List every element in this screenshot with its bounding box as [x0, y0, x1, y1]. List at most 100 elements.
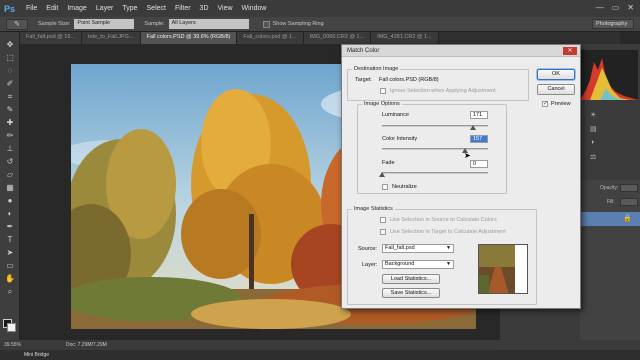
- layer-row-selected[interactable]: 🔒: [580, 212, 640, 226]
- sample-size-select[interactable]: Point Sample: [74, 19, 135, 29]
- use-selection-target-label: Use Selection in Target to Calculate Adj…: [390, 229, 506, 235]
- menu-view[interactable]: View: [218, 5, 233, 12]
- sample-select[interactable]: All Layers: [168, 19, 249, 29]
- opacity-label: Opacity:: [600, 185, 619, 191]
- source-thumbnail-image: [479, 245, 527, 293]
- document-tabs: Fall_falt.psd @ 16... tute_to_Fall.JPG..…: [20, 32, 620, 44]
- shape-tool-icon[interactable]: ▭: [4, 261, 16, 271]
- load-statistics-button[interactable]: Load Statistics...: [382, 274, 440, 284]
- pen-tool-icon[interactable]: ✒: [4, 222, 16, 232]
- levels-icon[interactable]: ▤: [590, 125, 598, 133]
- history-brush-icon[interactable]: ↺: [4, 157, 16, 167]
- layer-select-value: Background: [385, 261, 415, 267]
- dialog-title: Match Color: [342, 45, 580, 57]
- options-bar: ✎ Sample Size: Point Sample Sample: All …: [0, 17, 640, 32]
- tab-document[interactable]: IMG_0066.CR2 @ 1...: [303, 32, 372, 44]
- menu-bar: Ps File Edit Image Layer Type Select Fil…: [0, 0, 640, 17]
- luminance-slider-thumb[interactable]: [469, 125, 476, 130]
- eyedropper-tool-icon[interactable]: ✎: [6, 18, 28, 30]
- preview-label: Preview: [551, 101, 571, 107]
- menu-filter[interactable]: Filter: [175, 5, 191, 12]
- marquee-tool-icon[interactable]: ⬚: [4, 53, 16, 63]
- lasso-tool-icon[interactable]: ◌: [4, 66, 16, 76]
- fade-slider[interactable]: [382, 172, 488, 174]
- layer-label: Layer:: [362, 262, 378, 268]
- ok-button[interactable]: OK: [537, 69, 575, 80]
- quick-select-tool-icon[interactable]: ✐: [4, 79, 16, 89]
- use-selection-target-checkbox[interactable]: [380, 229, 386, 235]
- zoom-tool-icon[interactable]: ⌕: [4, 287, 16, 297]
- type-tool-icon[interactable]: T: [4, 235, 16, 245]
- target-label: Target:: [355, 77, 372, 83]
- neutralize-checkbox[interactable]: [382, 184, 388, 190]
- workspace-select[interactable]: Photography: [592, 19, 634, 29]
- crop-tool-icon[interactable]: ⌗: [4, 92, 16, 102]
- doc-size: Doc: 7.29M/7.29M: [65, 342, 107, 348]
- eraser-tool-icon[interactable]: ▱: [4, 170, 16, 180]
- cancel-button[interactable]: Cancel: [537, 84, 575, 95]
- sample-size-label: Sample Size:: [38, 21, 71, 27]
- opacity-field[interactable]: [620, 184, 638, 192]
- ignore-selection-checkbox[interactable]: [380, 88, 386, 94]
- eyedropper-icon[interactable]: ✎: [4, 105, 16, 115]
- destination-group: Destination Image: [347, 66, 529, 101]
- menu-select[interactable]: Select: [147, 5, 166, 12]
- menu-image[interactable]: Image: [67, 5, 86, 12]
- menu-type[interactable]: Type: [122, 5, 137, 12]
- luminance-input[interactable]: 171: [470, 111, 488, 119]
- path-select-icon[interactable]: ➤: [4, 248, 16, 258]
- healing-brush-icon[interactable]: ✚: [4, 118, 16, 128]
- move-tool-icon[interactable]: ✥: [4, 40, 16, 50]
- luminance-label: Luminance: [382, 112, 409, 118]
- target-value: Fall colors.PSD (RGB/8): [379, 77, 439, 83]
- dialog-close-icon[interactable]: ✕: [563, 47, 577, 55]
- photoshop-logo: Ps: [4, 3, 16, 14]
- color-intensity-slider[interactable]: [382, 148, 488, 150]
- menu-window[interactable]: Window: [242, 5, 267, 12]
- hue-icon[interactable]: ◑: [590, 139, 598, 147]
- tab-document[interactable]: IMG_4281.CR2 @ 1...: [371, 32, 439, 44]
- fill-label: Fill:: [607, 199, 615, 205]
- mini-bridge-tab[interactable]: Mini Bridge: [0, 350, 640, 360]
- menu-file[interactable]: File: [26, 5, 37, 12]
- tab-document[interactable]: tute_to_Fall.JPG...: [82, 32, 141, 44]
- save-statistics-button[interactable]: Save Statistics...: [382, 288, 440, 298]
- preview-checkbox[interactable]: [542, 100, 548, 107]
- source-select[interactable]: Fall_falt.psd ▼: [382, 244, 454, 253]
- tab-document[interactable]: Fall_colors.psd @ 1...: [237, 32, 304, 44]
- source-select-value: Fall_falt.psd: [385, 245, 415, 251]
- brush-tool-icon[interactable]: ✏: [4, 131, 16, 141]
- fade-input[interactable]: 0: [470, 160, 488, 168]
- minimize-icon[interactable]: —: [596, 3, 604, 12]
- image-options-title: Image Options: [362, 101, 402, 107]
- layer-select[interactable]: Background ▼: [382, 260, 454, 269]
- tab-document-active[interactable]: Fall colors.PSD @ 39.6% (RGB/8): [140, 32, 238, 44]
- brightness-icon[interactable]: ☀: [590, 111, 598, 119]
- menu-layer[interactable]: Layer: [96, 5, 114, 12]
- use-selection-source-checkbox[interactable]: [380, 217, 386, 223]
- tab-document[interactable]: Fall_falt.psd @ 16...: [20, 32, 82, 44]
- histogram-panel: [580, 50, 638, 100]
- balance-icon[interactable]: ⚖: [590, 153, 598, 161]
- clone-stamp-icon[interactable]: ⊥: [4, 144, 16, 154]
- chevron-down-icon: ▼: [446, 261, 451, 267]
- hand-tool-icon[interactable]: ✋: [4, 274, 16, 284]
- ignore-selection-label: Ignore Selection when Applying Adjustmen…: [390, 88, 496, 94]
- menu-3d[interactable]: 3D: [200, 5, 209, 12]
- chevron-down-icon: ▼: [446, 245, 451, 251]
- mouse-cursor-icon: ➤: [464, 151, 471, 160]
- maximize-icon[interactable]: ▭: [612, 3, 620, 12]
- menu-edit[interactable]: Edit: [46, 5, 58, 12]
- dodge-tool-icon[interactable]: ◐: [4, 209, 16, 219]
- neutralize-label: Neutralize: [392, 184, 417, 190]
- fill-field[interactable]: [620, 198, 638, 206]
- fade-label: Fade: [382, 160, 395, 166]
- fade-slider-thumb[interactable]: [379, 172, 385, 177]
- show-sampling-ring-checkbox[interactable]: [262, 20, 270, 28]
- background-color-swatch[interactable]: [7, 323, 16, 332]
- blur-tool-icon[interactable]: ●: [4, 196, 16, 206]
- close-window-icon[interactable]: ✕: [627, 3, 634, 12]
- zoom-level[interactable]: 39.55%: [4, 342, 21, 348]
- color-intensity-input[interactable]: 157: [470, 135, 488, 143]
- gradient-tool-icon[interactable]: ▦: [4, 183, 16, 193]
